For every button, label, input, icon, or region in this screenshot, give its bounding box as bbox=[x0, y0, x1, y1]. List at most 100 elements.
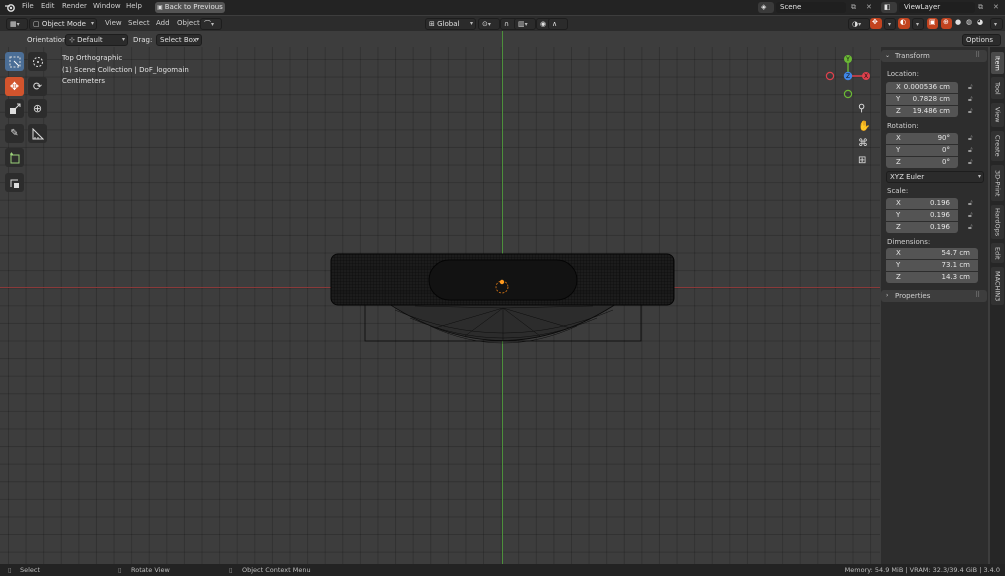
drag-grip-icon[interactable]: ⠿ bbox=[975, 51, 980, 59]
mode-dropdown[interactable]: ▢ Object Mode ▾ bbox=[29, 18, 97, 30]
pan-hand-icon[interactable]: ✋ bbox=[858, 121, 870, 132]
overlays-options-dropdown[interactable]: ▾ bbox=[912, 18, 924, 30]
viewport-menu-select[interactable]: Select bbox=[128, 19, 150, 27]
drag-dropdown[interactable]: Select Box ▾ bbox=[156, 34, 202, 46]
gizmo-y-negative[interactable] bbox=[843, 89, 853, 99]
tab-3d-print[interactable]: 3D-Print bbox=[991, 165, 1004, 201]
properties-drag-grip-icon[interactable]: ⠿ bbox=[975, 291, 980, 299]
extra-tool[interactable] bbox=[5, 173, 24, 192]
wireframe-mesh-object[interactable] bbox=[325, 248, 680, 348]
sidebar-tabs: Item Tool View Create 3D-Print HardOps E… bbox=[990, 47, 1005, 564]
lock-location-z-icon[interactable]: 🔓︎ bbox=[968, 107, 973, 116]
location-x-field[interactable]: X 0.000536 cm bbox=[886, 82, 958, 93]
transform-tool[interactable]: ⊕ bbox=[28, 99, 47, 118]
editor-type-dropdown[interactable]: ▦▾ bbox=[6, 18, 28, 30]
transform-panel-header[interactable]: ⌄ Transform ⠿ bbox=[881, 50, 987, 62]
grid-perspective-icon[interactable]: ⊞ bbox=[858, 155, 866, 166]
rotation-x-field[interactable]: X 90° bbox=[886, 133, 958, 144]
rotation-mode-dropdown[interactable]: XYZ Euler ▾ bbox=[886, 171, 984, 183]
scene-name-field[interactable]: Scene bbox=[776, 2, 846, 13]
menu-file[interactable]: File bbox=[22, 2, 34, 10]
navigation-gizmo[interactable]: Y X Z bbox=[824, 52, 872, 100]
properties-panel-header[interactable]: › Properties ⠿ bbox=[881, 290, 987, 302]
shading-options-dropdown[interactable]: ▾ bbox=[990, 18, 1003, 30]
location-y-field[interactable]: Y 0.7828 cm bbox=[886, 94, 958, 105]
orientation-dropdown[interactable]: ⊹ Default ▾ bbox=[65, 34, 128, 46]
location-z-field[interactable]: Z 19.486 cm bbox=[886, 106, 958, 117]
object-extra-dropdown[interactable]: ⌒▾ bbox=[200, 18, 222, 30]
snap-target-dropdown[interactable]: ▥▾ bbox=[514, 18, 536, 30]
viewport-menu-add[interactable]: Add bbox=[156, 19, 170, 27]
viewlayer-name-field[interactable]: ViewLayer bbox=[899, 2, 975, 13]
scale-tool[interactable] bbox=[5, 99, 24, 118]
gizmo-x-negative[interactable] bbox=[825, 71, 835, 81]
tab-create[interactable]: Create bbox=[991, 131, 1004, 161]
zoom-icon[interactable]: ⚲ bbox=[858, 103, 865, 114]
camera-icon[interactable]: ⌘ bbox=[858, 138, 868, 149]
lock-location-x-icon[interactable]: 🔓︎ bbox=[968, 83, 973, 92]
menu-render[interactable]: Render bbox=[62, 2, 87, 10]
dimensions-y-field[interactable]: Y 73.1 cm bbox=[886, 260, 978, 271]
move-tool[interactable]: ✥ bbox=[5, 77, 24, 96]
mouse-middle-icon: ▯ bbox=[118, 566, 122, 574]
shading-material-button[interactable]: ◍ bbox=[966, 18, 972, 26]
transform-orientation-dropdown[interactable]: ⊞ Global ▾ bbox=[425, 18, 476, 30]
show-overlays-button[interactable]: ◐ bbox=[898, 18, 910, 29]
status-bar: ▯ Select ▯ Rotate View ▯ Object Context … bbox=[0, 564, 1005, 576]
lock-scale-x-icon[interactable]: 🔓︎ bbox=[968, 199, 973, 208]
chevron-down-icon: ⌄ bbox=[885, 52, 891, 59]
menu-edit[interactable]: Edit bbox=[41, 2, 55, 10]
scene-browse-button[interactable]: ◈ bbox=[758, 2, 774, 13]
gizmo-z-label: Z bbox=[846, 73, 850, 80]
dimensions-z-field[interactable]: Z 14.3 cm bbox=[886, 272, 978, 283]
menu-window[interactable]: Window bbox=[93, 2, 121, 10]
lock-location-y-icon[interactable]: 🔓︎ bbox=[968, 95, 973, 104]
dimensions-x-field[interactable]: X 54.7 cm bbox=[886, 248, 978, 259]
pivot-point-dropdown[interactable]: ⊙▾ bbox=[478, 18, 500, 30]
options-dropdown[interactable]: Options ▾ bbox=[962, 34, 1001, 55]
new-viewlayer-icon[interactable]: ⧉ bbox=[978, 3, 983, 12]
show-gizmo-button[interactable]: ✥ bbox=[870, 18, 882, 29]
tab-machin3[interactable]: MACHIN3 bbox=[991, 267, 1004, 305]
tab-tool[interactable]: Tool bbox=[991, 77, 1004, 99]
delete-viewlayer-icon[interactable]: ✕ bbox=[993, 3, 999, 11]
falloff-dropdown[interactable]: ∧ bbox=[548, 18, 568, 30]
viewport-menu-object[interactable]: Object bbox=[177, 19, 200, 27]
add-cube-tool[interactable] bbox=[5, 148, 24, 167]
delete-scene-icon[interactable]: ✕ bbox=[866, 3, 872, 11]
select-box-tool[interactable] bbox=[5, 52, 24, 71]
tab-hardops[interactable]: HardOps bbox=[991, 205, 1004, 239]
shading-rendered-button[interactable]: ◕ bbox=[977, 18, 983, 26]
scale-y-field[interactable]: Y 0.196 bbox=[886, 210, 958, 221]
lock-rotation-y-icon[interactable]: 🔓︎ bbox=[968, 146, 973, 155]
tab-edit[interactable]: Edit bbox=[991, 243, 1004, 263]
rotation-y-field[interactable]: Y 0° bbox=[886, 145, 958, 156]
viewlayer-browse-button[interactable]: ◧ bbox=[881, 2, 897, 13]
scale-x-field[interactable]: X 0.196 bbox=[886, 198, 958, 209]
rotation-z-field[interactable]: Z 0° bbox=[886, 157, 958, 168]
tab-item[interactable]: Item bbox=[991, 52, 1004, 74]
xray-toggle[interactable]: ▣ bbox=[927, 18, 938, 29]
back-to-previous-button[interactable]: ▣ Back to Previous bbox=[155, 2, 225, 13]
gizmo-visibility-dropdown[interactable]: ◑▾ bbox=[848, 18, 870, 30]
blender-logo-icon[interactable] bbox=[5, 3, 15, 12]
lock-scale-y-icon[interactable]: 🔓︎ bbox=[968, 211, 973, 220]
lock-rotation-z-icon[interactable]: 🔓︎ bbox=[968, 158, 973, 167]
shading-solid-button[interactable]: ● bbox=[955, 18, 961, 26]
shading-wireframe-button[interactable]: ⊕ bbox=[941, 18, 952, 29]
rotation-z-value: 0° bbox=[942, 158, 950, 166]
menu-help[interactable]: Help bbox=[126, 2, 142, 10]
rotate-tool[interactable]: ⟳ bbox=[28, 77, 47, 96]
new-scene-icon[interactable]: ⧉ bbox=[851, 3, 856, 12]
scale-z-field[interactable]: Z 0.196 bbox=[886, 222, 958, 233]
viewport-menu-view[interactable]: View bbox=[105, 19, 122, 27]
measure-tool[interactable] bbox=[28, 124, 47, 143]
viewport-header: ▦▾ ▢ Object Mode ▾ View Select Add Objec… bbox=[0, 16, 1005, 31]
cursor-tool[interactable] bbox=[28, 52, 47, 71]
gizmo-options-dropdown[interactable]: ▾ bbox=[884, 18, 896, 30]
lock-rotation-x-icon[interactable]: 🔓︎ bbox=[968, 134, 973, 143]
corner-box-icon bbox=[10, 179, 19, 188]
lock-scale-z-icon[interactable]: 🔓︎ bbox=[968, 223, 973, 232]
tab-view[interactable]: View bbox=[991, 103, 1004, 127]
annotate-tool[interactable]: ✎ bbox=[5, 124, 24, 143]
